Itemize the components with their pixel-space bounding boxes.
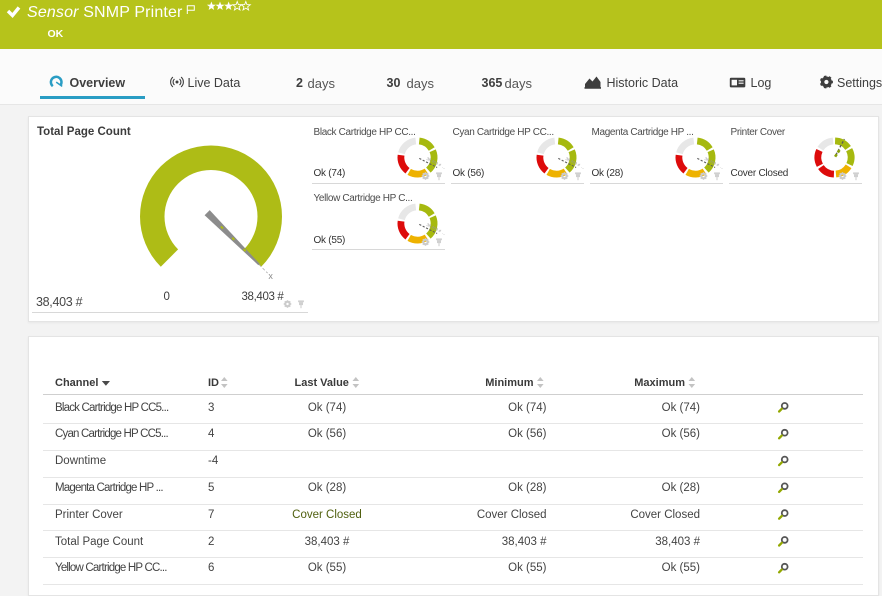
svg-text:x: x <box>268 271 273 281</box>
